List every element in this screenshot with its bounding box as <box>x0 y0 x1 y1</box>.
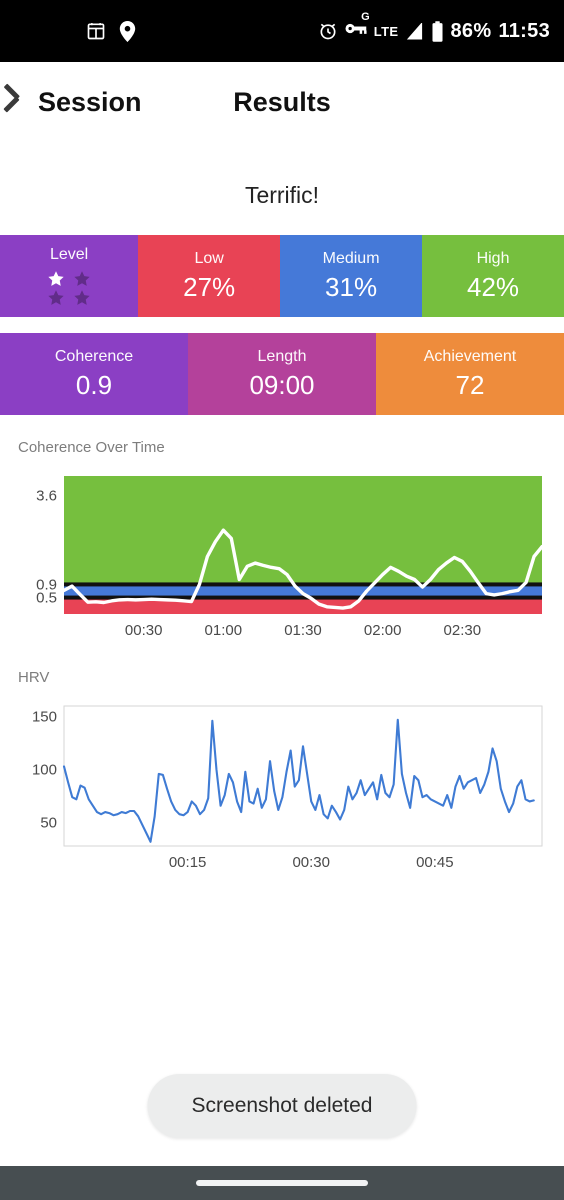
x-tick-label: 00:45 <box>416 854 454 871</box>
y-tick-label: 50 <box>40 815 57 832</box>
x-tick-label: 00:15 <box>169 854 207 871</box>
page-title: Results <box>233 86 331 117</box>
tile-label: High <box>476 249 510 267</box>
stats-row-secondary: Coherence 0.9 Length 09:00 Achievement 72 <box>0 333 564 415</box>
y-tick-label: 3.6 <box>36 488 57 505</box>
tile-value: 72 <box>455 369 485 400</box>
signal-icon <box>406 22 424 40</box>
tile-label: Low <box>194 249 224 267</box>
vpn-key-icon: G <box>345 11 370 42</box>
star-icon <box>48 271 64 286</box>
battery-percent-label: 86% <box>450 19 492 42</box>
back-button[interactable]: Session <box>14 85 142 119</box>
hrv-chart-title: HRV <box>18 669 50 686</box>
y-tick-label: 150 <box>32 709 57 726</box>
greeting-text: Terrific! <box>244 182 320 208</box>
vpn-key-superscript: G <box>361 11 370 23</box>
battery-icon <box>431 20 444 42</box>
app-header: Session Results <box>0 62 564 142</box>
tile-label: Length <box>257 347 307 365</box>
stat-tile-high: High 42% <box>422 235 564 317</box>
clock-label: 11:53 <box>498 19 550 42</box>
calendar-icon <box>86 21 106 41</box>
y-tick-label: 0.5 <box>36 590 57 607</box>
plot-frame <box>63 705 543 847</box>
toast-message: Screenshot deleted <box>147 1074 417 1138</box>
star-icon <box>48 290 64 305</box>
tile-label: Achievement <box>423 347 517 365</box>
x-tick-label: 01:00 <box>205 622 243 639</box>
stat-tile-coherence: Coherence 0.9 <box>0 333 188 415</box>
tile-value: 09:00 <box>249 369 315 400</box>
back-button-label: Session <box>38 86 142 117</box>
star-icon <box>74 271 90 286</box>
tile-value: 27% <box>183 271 236 302</box>
tile-value: 42% <box>466 271 520 302</box>
status-bar: G LTE 86% 11:53 <box>0 0 564 62</box>
stat-tile-length: Length 09:00 <box>188 333 376 415</box>
x-tick-label: 01:30 <box>284 622 322 639</box>
tile-value: 0.9 <box>75 369 113 400</box>
stat-tile-medium: Medium 31% <box>280 235 423 317</box>
stat-tile-level: Level <box>0 235 139 317</box>
hrv-chart-svg: 150 100 50 00:15 00:30 00:45 <box>32 705 543 871</box>
status-bar-left-icons <box>86 20 136 42</box>
band-high <box>64 476 542 585</box>
coherence-chart-title: Coherence Over Time <box>18 439 165 456</box>
x-tick-label: 02:30 <box>444 622 482 639</box>
coherence-chart-block: Coherence Over Time 3.6 0.9 0.5 00:30 01:00 0… <box>0 415 564 645</box>
coherence-chart[interactable]: 3.6 0.9 0.5 00:30 01:00 01:30 02:00 02:30 <box>18 470 546 645</box>
stat-tile-achievement: Achievement 72 <box>376 333 564 415</box>
hrv-chart-block: HRV 150 100 50 00:15 00:30 00:45 <box>0 645 564 875</box>
star-icon <box>74 290 90 305</box>
alarm-icon <box>318 21 338 41</box>
chevron-left-icon <box>14 85 36 119</box>
tile-label: Coherence <box>54 347 134 365</box>
tile-label: Medium <box>322 249 380 267</box>
hrv-chart[interactable]: 150 100 50 00:15 00:30 00:45 <box>18 700 546 875</box>
stat-tile-low: Low 27% <box>138 235 281 317</box>
home-handle-icon[interactable] <box>196 1180 368 1186</box>
coherence-chart-svg: 3.60.90.500:30 01:00 01:30 02:00 02:30 <box>36 476 544 639</box>
status-bar-right-icons: G LTE 86% 11:53 <box>318 11 550 43</box>
tile-label: Level <box>49 245 89 263</box>
location-pin-icon <box>119 20 136 42</box>
y-tick-label: 100 <box>32 762 57 779</box>
x-tick-label: 02:00 <box>364 622 402 639</box>
band-divider-1 <box>64 582 542 587</box>
system-navigation-bar <box>0 1166 564 1200</box>
tile-value: 31% <box>325 271 378 302</box>
x-tick-label: 00:30 <box>292 854 330 871</box>
stats-row-primary: Level Low 27% Medium 31% High 42% <box>0 235 564 317</box>
level-star-rating <box>47 270 91 307</box>
network-type-label: LTE <box>373 23 399 39</box>
x-tick-label: 00:30 <box>125 622 163 639</box>
